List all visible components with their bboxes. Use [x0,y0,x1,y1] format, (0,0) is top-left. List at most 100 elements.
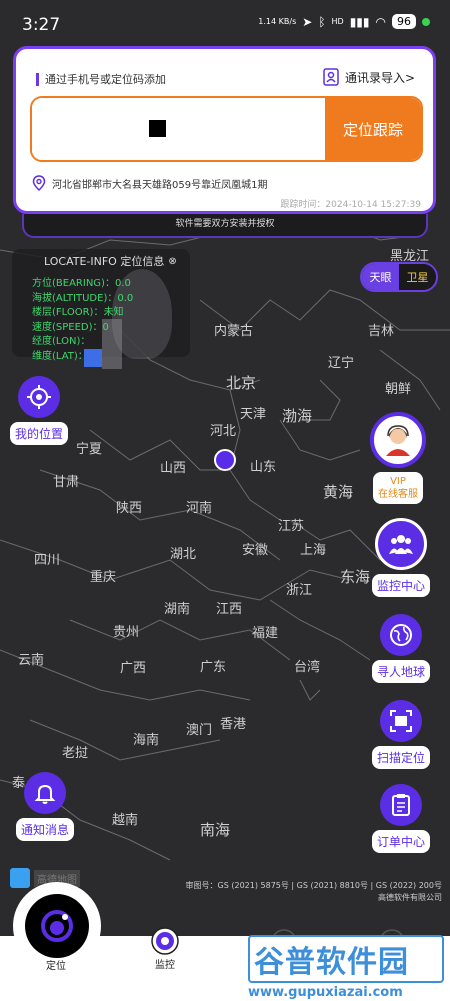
toggle-sky-eye[interactable]: 天眼 [362,264,399,290]
info-row: 经度(LON)： [32,336,91,347]
map-label: 广西 [120,661,147,676]
locate-info-panel: LOCATE-INFO 定位信息 ⊗ 方位(BEARING)：0.0 海拔(AL… [12,249,190,369]
map-label: 宁夏 [76,442,103,457]
map-label: 北京 [226,374,257,392]
map-label: 江西 [216,602,243,617]
hint-text: 通过手机号或定位码添加 [45,73,166,86]
nav-locate[interactable]: 定位 [46,957,66,972]
info-row: 海拔(ALTITUDE)：0.0 [32,292,134,304]
nav-monitor[interactable]: 监控 [150,926,180,971]
map-label: 越南 [112,813,139,828]
privacy-dot-icon [422,17,430,26]
info-title: LOCATE-INFO 定位信息 [44,255,165,268]
orders-fab[interactable]: 订单中心 [372,784,431,853]
find-people-circle[interactable] [380,614,422,656]
map-mode-toggle[interactable]: 天眼 卫星 [360,262,438,292]
map-label: 辽宁 [328,356,355,371]
map-label: 四川 [34,553,61,568]
scan-icon [390,710,412,732]
phone-input[interactable] [32,98,325,160]
map-label: 安徽 [242,543,269,558]
net-speed: 1.14 KB/s [258,17,297,26]
notification-circle[interactable] [24,772,66,814]
bluetooth-icon: ᛒ [318,14,326,29]
location-pin-icon [32,175,46,191]
battery-indicator: 96 [392,14,416,29]
monitor-center-circle[interactable] [375,518,427,570]
map-label: 黄海 [323,483,354,501]
watermark-title: 谷普软件园 [248,935,444,983]
contact-book-icon [323,68,339,86]
watermark-url: www.gupuxiazai.com [248,985,403,1000]
my-location-fab[interactable]: 我的位置 [10,376,69,445]
scan-locate-fab[interactable]: 扫描定位 [372,700,431,769]
vip-label-line1: VIP [390,476,406,487]
map-label: 东海 [340,568,371,586]
map-label: 天津 [240,407,267,422]
current-location-marker[interactable] [214,449,236,471]
map-label: 吉林 [368,324,395,339]
attribution-line2: 高德软件有限公司 [378,893,442,902]
map-label: 河北 [210,424,237,439]
map-label: 香港 [220,717,247,732]
info-row: 方位(BEARING)：0.0 [32,278,131,289]
map-label: 重庆 [90,570,117,585]
wifi-icon: ◠ [375,14,386,29]
address-text: 河北省邯郸市大名县天雄路059号靠近凤凰城1期 [52,179,268,191]
notification-label[interactable]: 通知消息 [16,818,75,841]
vip-support-fab[interactable]: VIP 在线客服 [370,412,426,504]
my-location-circle[interactable] [18,376,60,418]
orders-circle[interactable] [380,784,422,826]
amap-logo-icon [10,868,30,888]
info-title-row: LOCATE-INFO 定位信息 ⊗ [12,249,190,269]
toggle-satellite[interactable]: 卫星 [399,264,436,290]
scan-locate-circle[interactable] [380,700,422,742]
locate-tab-inner[interactable] [25,894,89,958]
info-rows: 方位(BEARING)：0.0 海拔(ALTITUDE)：0.0 楼层(FLOO… [32,277,133,364]
scan-locate-label[interactable]: 扫描定位 [372,746,431,769]
map-label: 海南 [133,733,160,748]
input-cursor-block [149,120,166,137]
map-label: 朝鲜 [385,382,412,397]
map-label: 浙江 [286,583,313,598]
target-icon [41,910,73,942]
map-label: 内蒙古 [214,324,254,339]
track-button[interactable]: 定位跟踪 [325,98,421,160]
orders-label[interactable]: 订单中心 [372,830,431,853]
map-label: 云南 [18,653,45,668]
find-people-label[interactable]: 寻人地球 [372,660,431,683]
find-people-fab[interactable]: 寻人地球 [372,614,431,683]
my-location-label[interactable]: 我的位置 [10,422,69,445]
map-label: 台湾 [294,660,321,675]
crosshair-icon [27,385,51,409]
map-label: 上海 [300,543,327,558]
info-row: 楼层(FLOOR)：未知 [32,307,124,318]
map-label: 湖南 [164,602,191,617]
map-label: 河南 [186,501,213,516]
group-people-icon [389,535,413,554]
map-label: 老挝 [62,746,89,761]
phone-input-row: 定位跟踪 [30,96,423,162]
status-icons: 1.14 KB/s ➤ ᛒ HD ▮▮▮ ◠ 96 [258,14,430,29]
attribution-line1: 审图号：GS (2021) 5875号 | GS (2021) 8810号 | … [185,881,442,890]
globe-icon [390,624,412,646]
info-row: 速度(SPEED)：0 [32,321,109,333]
contacts-import-link[interactable]: 通讯录导入> [322,68,415,86]
map-label: 广东 [200,660,227,675]
monitor-center-label[interactable]: 监控中心 [372,574,431,597]
vip-label[interactable]: VIP 在线客服 [373,472,423,504]
notification-fab[interactable]: 通知消息 [16,772,75,841]
install-notice: 软件需要双方安装并授权 [22,214,428,238]
map-label: 陕西 [116,501,143,516]
vip-avatar-circle[interactable] [370,412,426,468]
status-time: 3:27 [22,15,61,35]
support-agent-icon [386,425,410,456]
map-label: 渤海 [282,407,313,425]
map-label: 湖北 [170,547,197,562]
track-time: 跟踪时间：2024-10-14 15:27:39 [280,200,421,210]
monitor-center-fab[interactable]: 监控中心 [372,518,431,597]
close-icon[interactable]: ⊗ [168,256,176,267]
vip-label-line2: 在线客服 [378,489,418,500]
status-bar: 3:27 1.14 KB/s ➤ ᛒ HD ▮▮▮ ◠ 96 [0,0,450,46]
card-hint: 通过手机号或定位码添加 [36,71,166,87]
